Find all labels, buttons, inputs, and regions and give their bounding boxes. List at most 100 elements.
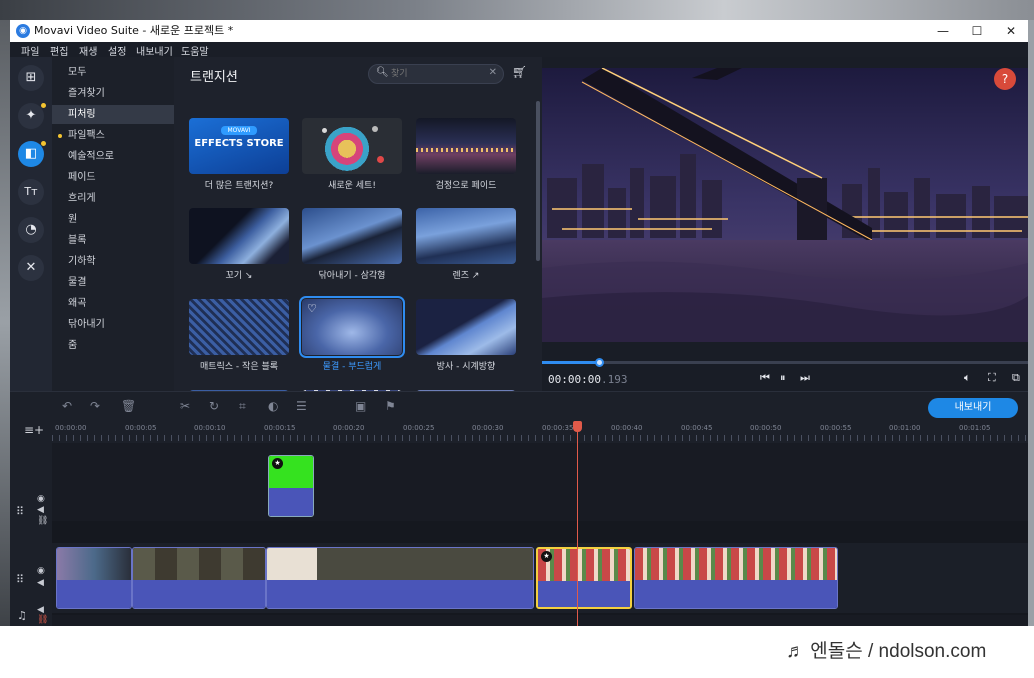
seek-bar[interactable] [542,358,1028,367]
transition-label: 매트릭스 - 작은 블록 [199,362,279,372]
panel-title: 트랜지션 [190,70,238,85]
rotate-icon[interactable]: ↻ [209,399,219,413]
ruler-tick-label: 00:00:45 [681,424,713,432]
menu-edit[interactable]: 편집 [50,43,68,58]
link-icon[interactable]: ⛓ [37,516,48,526]
redo-icon[interactable]: ↷ [90,399,100,413]
popout-icon[interactable]: ⧉ [1012,371,1020,385]
volume-icon[interactable]: 🔈︎ [964,371,971,385]
category-block[interactable]: 블록 [52,231,174,250]
seek-bar-handle[interactable] [595,358,605,367]
add-track-icon[interactable]: ≡+ [24,423,44,437]
pause-icon[interactable]: ⏸︎ [780,371,786,385]
minimize-button[interactable]: — [926,20,960,42]
skip-back-icon[interactable]: ⏮︎ [760,371,770,385]
transition-wave-smooth[interactable]: ♡ [299,296,405,358]
ruler-tick-label: 00:00:50 [750,424,782,432]
music-track-icon: ♫ [17,609,27,622]
video-clip[interactable] [56,547,132,609]
fullscreen-icon[interactable]: ⛶ [988,371,996,385]
category-circle[interactable]: 원 [52,210,174,229]
transition-label: 새로운 세트! [328,181,376,191]
category-fade[interactable]: 페이드 [52,168,174,187]
panel-scrollbar[interactable] [536,101,540,261]
playhead[interactable] [577,421,578,626]
menu-playback[interactable]: 재생 [79,43,97,58]
preview-video [542,68,1028,342]
transition-radial-clockwise[interactable] [416,299,516,355]
magic-wand-icon[interactable]: ✦ [18,103,46,129]
export-button[interactable]: 내보내기 [928,398,1018,418]
category-filepacks[interactable]: 파일팩스 [52,126,174,145]
menu-export[interactable]: 내보내기 [136,43,173,58]
category-geometric[interactable]: 기하학 [52,252,174,271]
undo-icon[interactable]: ↶ [62,399,72,413]
category-wave[interactable]: 물결 [52,273,174,292]
transition-twist[interactable] [189,208,289,264]
video-clip[interactable] [132,547,266,609]
favorite-heart-icon[interactable]: ♡ [307,302,317,315]
close-button[interactable]: ✕ [994,20,1028,42]
category-wipe[interactable]: 닦아내기 [52,315,174,334]
track-handle-icon[interactable]: ⠿ [16,505,24,518]
cart-icon[interactable]: 🛒︎ [512,65,527,79]
category-featured[interactable]: 피처링 [52,105,174,124]
search-input[interactable] [391,66,483,82]
mute-icon[interactable]: ◀ [37,578,44,588]
track-handle-icon[interactable]: ⠿ [16,573,24,586]
visibility-icon[interactable]: ◉ [37,566,45,576]
menu-settings[interactable]: 설정 [108,43,126,58]
ruler-tick-label: 00:01:00 [889,424,921,432]
transition-fade-black[interactable] [416,118,516,174]
search-icon: 🔍︎ [376,67,389,78]
clip-audio-wave [133,580,265,608]
transition-effects-store[interactable]: MOVAVI EFFECTS STORE [189,118,289,174]
desktop-background [0,0,1034,20]
color-adjust-icon[interactable]: ◐ [268,399,278,413]
titles-icon[interactable]: Tт [18,179,44,205]
ruler-tick-label: 00:00:25 [403,424,435,432]
help-button[interactable]: ? [994,68,1016,90]
mute-icon[interactable]: ◀ [37,605,44,615]
clip-audio-wave [57,580,131,608]
category-distortion[interactable]: 왜곡 [52,294,174,313]
overlay-clip-green[interactable]: ★ [268,455,314,517]
menu-file[interactable]: 파일 [21,43,39,58]
transition-lens[interactable] [416,208,516,264]
equalizer-icon[interactable]: ☰ [296,399,307,413]
visibility-icon[interactable]: ◉ [37,494,45,504]
tool-strip: ⊞ ✦ ◧ Tт ◔ ✕ [10,57,52,391]
mute-icon[interactable]: ◀ [37,505,44,515]
category-blur[interactable]: 흐리게 [52,189,174,208]
category-favorites[interactable]: 즐겨찾기 [52,84,174,103]
cut-icon[interactable]: ✂ [180,399,190,413]
stickers-icon[interactable]: ◔ [18,217,44,243]
clear-search-icon[interactable]: ✕ [489,67,497,78]
tools-icon[interactable]: ✕ [18,255,44,281]
timeline-ruler[interactable]: 00:00:00 00:00:05 00:00:10 00:00:15 00:0… [52,421,1028,443]
crop-icon[interactable]: ⌗ [239,399,246,414]
desktop-background-left [0,20,10,626]
transition-matrix-small-blocks[interactable] [189,299,289,355]
video-clip[interactable] [266,547,534,609]
transition-wipe-triangle[interactable] [302,208,402,264]
category-zoom[interactable]: 줌 [52,336,174,355]
menu-help[interactable]: 도움말 [181,43,209,58]
transitions-icon[interactable]: ◧ [18,141,46,167]
marker-icon[interactable]: ⚑ [385,399,396,413]
video-clip-selected[interactable]: ★ [536,547,632,609]
maximize-button[interactable]: ☐ [960,20,994,42]
main-video-track: ★ [52,543,1028,613]
video-clip[interactable] [634,547,838,609]
clip-properties-icon[interactable]: ▣ [355,399,366,413]
transition-label: 꼬기 ↘ [225,271,253,281]
app-window: ◉ Movavi Video Suite - 새로운 프로젝트 * — ☐ ✕ … [10,20,1028,626]
category-artistic[interactable]: 예술적으로 [52,147,174,166]
import-icon[interactable]: ⊞ [18,65,44,91]
delete-icon[interactable]: 🗑︎ [121,399,136,413]
skip-forward-icon[interactable]: ⏭︎ [800,371,810,385]
new-dot [41,141,46,146]
link-icon[interactable]: ⛓ [37,615,48,625]
category-all[interactable]: 모두 [52,63,174,82]
transition-new-set[interactable] [302,118,402,174]
